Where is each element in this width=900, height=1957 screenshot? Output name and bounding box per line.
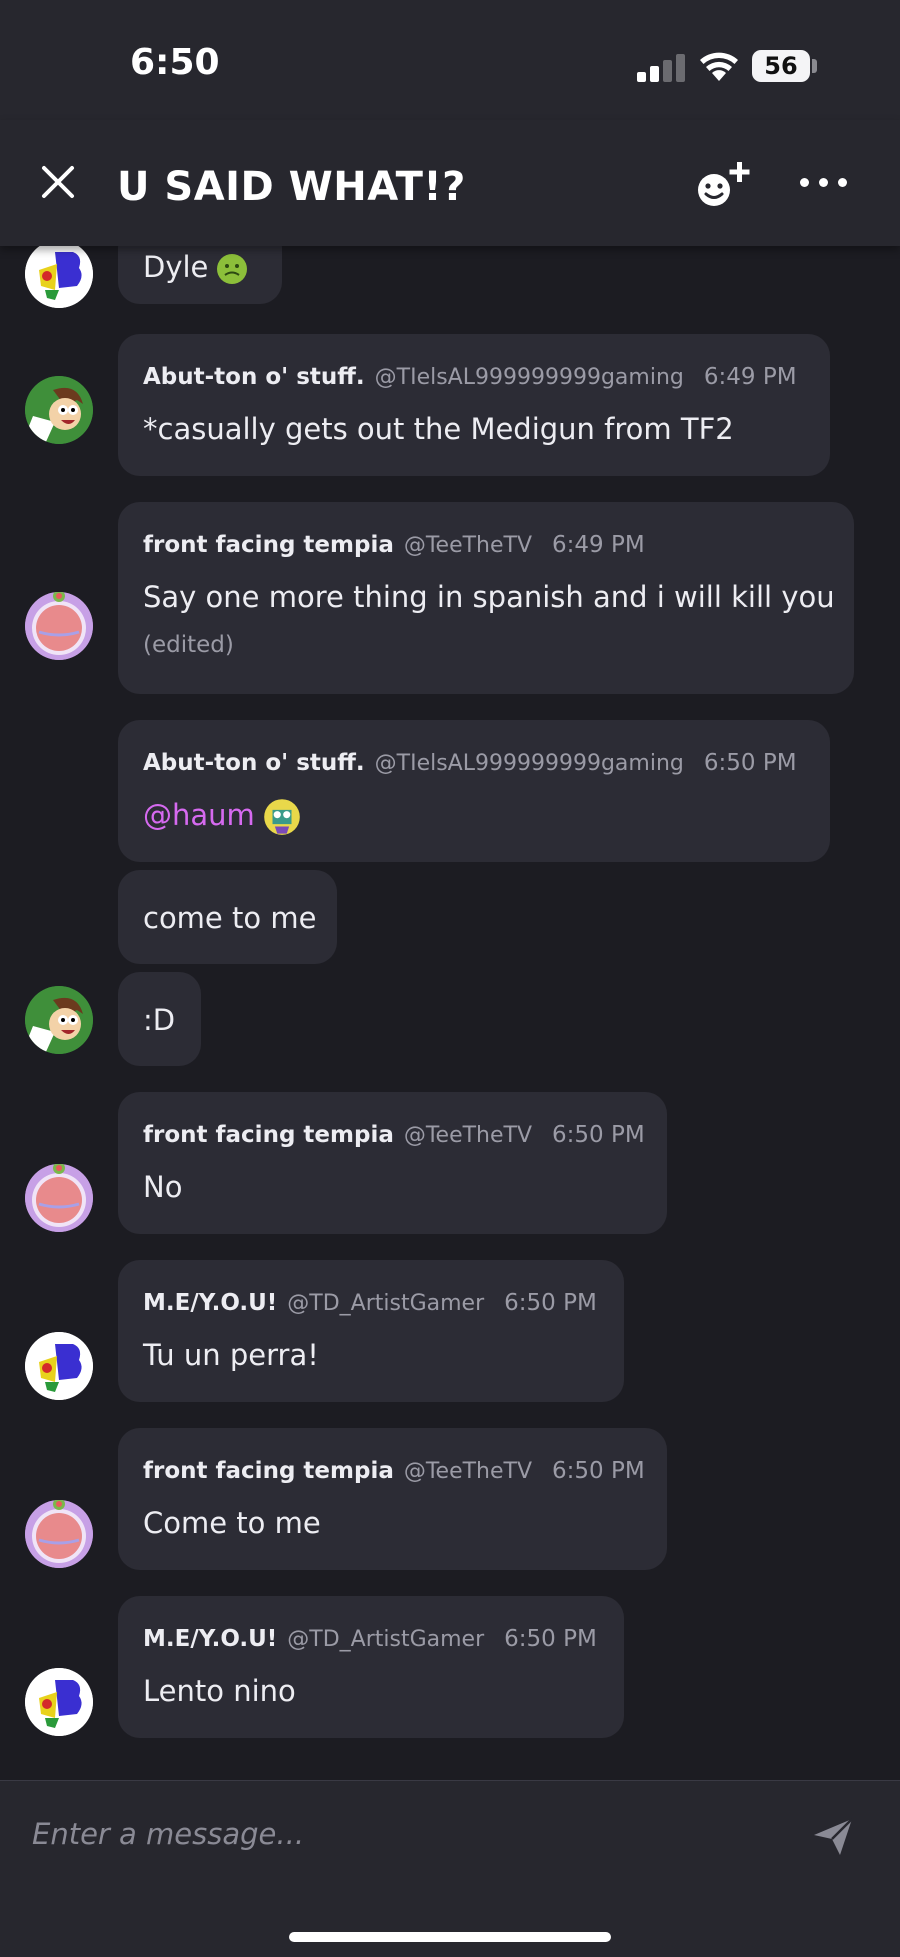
sender-name[interactable]: front facing tempia	[143, 532, 394, 558]
message-time: 6:50 PM	[504, 1626, 597, 1652]
message-composer	[0, 1780, 900, 1957]
message-time: 6:50 PM	[703, 750, 797, 776]
message-text: Tu un perra!	[143, 1338, 319, 1372]
message-bubble[interactable]: M.E/Y.O.U! @TD_ArtistGamer 6:50 PM Tu un p…	[118, 1260, 624, 1402]
message-item: Dyle	[0, 246, 900, 308]
user-avatar-abut-ton[interactable]	[25, 986, 93, 1054]
sender-name[interactable]: M.E/Y.O.U!	[143, 1626, 277, 1652]
message-time: 6:49 PM	[552, 532, 645, 558]
close-icon[interactable]	[36, 160, 80, 204]
sender-name[interactable]: front facing tempia	[143, 1122, 394, 1148]
message-time: 6:50 PM	[504, 1290, 597, 1316]
message-text: Come to me	[143, 1506, 321, 1540]
message-list[interactable]: Dyle Abut-ton o' stuff. @TIelsAL999999999…	[0, 246, 900, 1780]
sender-name[interactable]: M.E/Y.O.U!	[143, 1290, 277, 1316]
message-text: *casually gets out the Medigun from TF2	[143, 412, 734, 446]
sender-handle: @TeeTheTV	[403, 1459, 533, 1484]
user-avatar-tempia[interactable]	[25, 1164, 93, 1232]
message-time: 6:50 PM	[552, 1122, 645, 1148]
message-bubble[interactable]: Abut-ton o' stuff. @TIelsAL999999999gamin…	[118, 334, 830, 476]
status-time: 6:50	[130, 42, 220, 83]
sender-handle: @TD_ArtistGamer	[287, 1291, 485, 1316]
more-options-button[interactable]	[796, 162, 852, 202]
add-member-icon[interactable]	[692, 158, 754, 212]
home-indicator	[289, 1932, 611, 1942]
message-item: front facing tempia @TeeTheTV 6:49 PM Say …	[0, 502, 900, 696]
message-bubble[interactable]: :D	[118, 972, 201, 1066]
sender-handle: @TIelsAL999999999gaming	[374, 365, 684, 390]
message-text: come to me	[143, 901, 317, 935]
sender-name[interactable]: Abut-ton o' stuff.	[143, 364, 365, 390]
message-item: front facing tempia @TeeTheTV 6:50 PM Come…	[0, 1428, 900, 1572]
message-item: Abut-ton o' stuff. @TIelsAL999999999gamin…	[0, 720, 900, 864]
user-avatar-meyou[interactable]	[25, 1668, 93, 1736]
sender-name[interactable]: front facing tempia	[143, 1458, 394, 1484]
chat-title: U SAID WHAT!?	[117, 164, 466, 210]
message-item: M.E/Y.O.U! @TD_ArtistGamer 6:50 PM Tu un p…	[0, 1260, 900, 1404]
message-item: come to me	[0, 870, 900, 966]
message-item: M.E/Y.O.U! @TD_ArtistGamer 6:50 PM Lento n…	[0, 1596, 900, 1740]
sender-handle: @TD_ArtistGamer	[287, 1627, 485, 1652]
message-time: 6:49 PM	[703, 364, 797, 390]
message-text: Lento nino	[143, 1674, 296, 1708]
user-avatar-tempia[interactable]	[25, 1500, 93, 1568]
message-bubble[interactable]: front facing tempia @TeeTheTV 6:50 PM Come…	[118, 1428, 667, 1570]
message-bubble[interactable]: come to me	[118, 870, 337, 964]
message-bubble[interactable]: Dyle	[118, 246, 282, 304]
cellular-signal-icon	[637, 52, 685, 82]
status-bar: 6:50 56	[0, 0, 900, 120]
message-text: Say one more thing in spanish and i will…	[143, 580, 835, 614]
chat-header: U SAID WHAT!?	[0, 120, 900, 246]
send-icon[interactable]	[812, 1815, 854, 1857]
message-text: No	[143, 1170, 183, 1204]
user-avatar-meyou[interactable]	[25, 246, 93, 308]
message-bubble[interactable]: M.E/Y.O.U! @TD_ArtistGamer 6:50 PM Lento n…	[118, 1596, 624, 1738]
user-avatar-abut-ton[interactable]	[25, 376, 93, 444]
battery-tip	[812, 59, 817, 73]
user-avatar-meyou[interactable]	[25, 1332, 93, 1400]
sender-handle: @TIelsAL999999999gaming	[374, 751, 684, 776]
message-bubble[interactable]: front facing tempia @TeeTheTV 6:50 PM No	[118, 1092, 667, 1234]
nauseated-face-emoji	[217, 254, 248, 284]
message-input[interactable]	[32, 1809, 792, 1859]
sender-name[interactable]: Abut-ton o' stuff.	[143, 750, 365, 776]
wifi-icon	[700, 52, 738, 81]
message-text: Dyle	[143, 250, 209, 284]
message-time: 6:50 PM	[552, 1458, 645, 1484]
message-item: Abut-ton o' stuff. @TIelsAL999999999gamin…	[0, 334, 900, 478]
message-bubble[interactable]: Abut-ton o' stuff. @TIelsAL999999999gamin…	[118, 720, 830, 862]
edited-label: (edited)	[143, 632, 234, 658]
message-item: :D	[0, 972, 900, 1068]
message-bubble[interactable]: front facing tempia @TeeTheTV 6:49 PM Say …	[118, 502, 854, 694]
sender-handle: @TeeTheTV	[403, 533, 533, 558]
custom-emoji	[263, 799, 300, 835]
message-text: :D	[143, 1003, 176, 1037]
sender-handle: @TeeTheTV	[403, 1123, 533, 1148]
user-mention[interactable]: @haum	[143, 798, 255, 832]
message-item: front facing tempia @TeeTheTV 6:50 PM No	[0, 1092, 900, 1236]
battery-icon: 56	[752, 50, 810, 82]
user-avatar-tempia[interactable]	[25, 592, 93, 660]
